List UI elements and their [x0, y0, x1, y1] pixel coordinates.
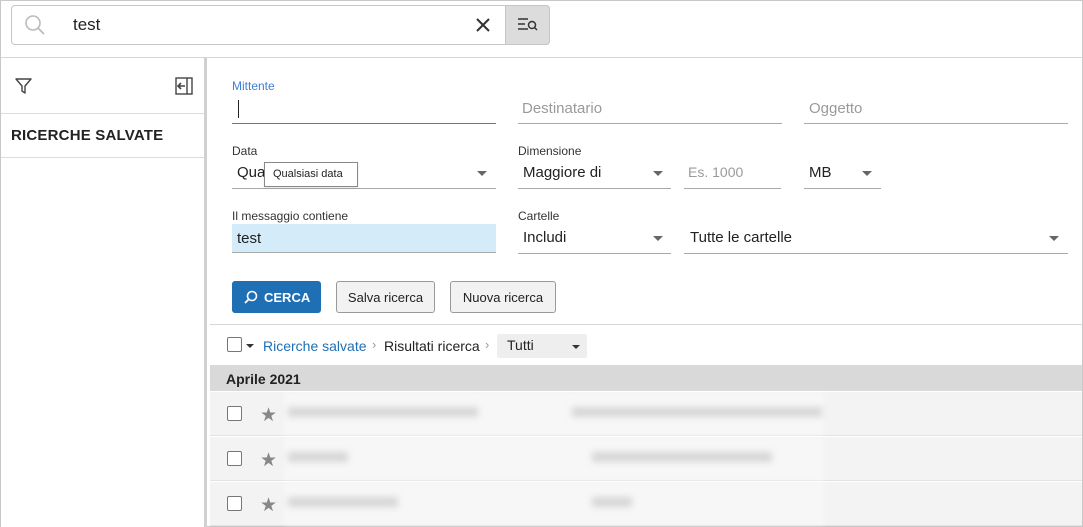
date-tooltip: Qualsiasi data — [264, 162, 358, 187]
advanced-search-button[interactable] — [505, 5, 550, 45]
results-filter-value: Tutti — [507, 337, 534, 353]
blurred-subject — [592, 497, 632, 507]
saved-searches-heading[interactable]: RICERCHE SALVATE — [1, 114, 204, 158]
dimensione-label: Dimensione — [518, 144, 582, 158]
top-search-bar: test — [1, 1, 1082, 58]
star-icon[interactable]: ★ — [260, 449, 277, 472]
dimensione-underline — [518, 188, 671, 189]
crumb-separator: › — [372, 337, 377, 352]
text-cursor — [238, 100, 239, 118]
search-box[interactable]: test — [11, 5, 550, 45]
oggetto-underline — [804, 123, 1068, 124]
chevron-down-icon — [1049, 236, 1059, 241]
blurred-subject — [572, 407, 822, 417]
list-item[interactable]: ★ — [210, 392, 1082, 436]
magnifier-icon — [244, 290, 258, 304]
messaggio-input[interactable]: test — [232, 224, 496, 253]
messaggio-value: test — [237, 230, 262, 247]
messaggio-label: Il messaggio contiene — [232, 209, 349, 223]
destinatario-input[interactable]: Destinatario — [522, 100, 602, 117]
select-all-checkbox[interactable] — [227, 337, 242, 352]
blurred-sender — [288, 452, 348, 462]
list-item[interactable]: ★ — [210, 437, 1082, 481]
search-icon — [25, 15, 45, 35]
blurred-subject — [592, 452, 772, 462]
row-checkbox[interactable] — [227, 496, 242, 511]
search-button-label: CERCA — [264, 289, 311, 305]
dimensione-select[interactable]: Maggiore di — [523, 164, 601, 181]
chevron-down-icon — [477, 171, 487, 176]
crumb-search-results: Risultati ricerca — [384, 338, 480, 354]
search-input[interactable]: test — [73, 15, 100, 35]
row-checkbox[interactable] — [227, 406, 242, 421]
folders-select[interactable]: Tutte le cartelle — [690, 229, 792, 246]
mittente-input[interactable] — [232, 96, 496, 124]
new-search-button[interactable]: Nuova ricerca — [450, 281, 556, 313]
unit-select[interactable]: MB — [809, 164, 832, 181]
search-button[interactable]: CERCA — [232, 281, 321, 313]
chevron-down-icon[interactable] — [246, 344, 254, 348]
cartelle-label: Cartelle — [518, 209, 560, 223]
folders-underline — [684, 253, 1068, 254]
size-underline — [684, 188, 781, 189]
cartelle-underline — [518, 253, 671, 254]
cartelle-select[interactable]: Includi — [523, 229, 566, 246]
advanced-search-icon — [518, 18, 538, 31]
filter-icon[interactable] — [15, 78, 32, 94]
data-underline — [232, 188, 496, 189]
group-header: Aprile 2021 — [210, 365, 1082, 391]
data-select[interactable]: Qua — [237, 164, 265, 181]
blurred-sender — [288, 407, 478, 417]
blurred-sender — [288, 497, 398, 507]
crumb-saved-searches[interactable]: Ricerche salvate — [263, 338, 367, 354]
row-checkbox[interactable] — [227, 451, 242, 466]
chevron-down-icon — [653, 171, 663, 176]
unit-underline — [804, 188, 881, 189]
star-icon[interactable]: ★ — [260, 404, 277, 427]
close-icon[interactable] — [474, 16, 492, 34]
mittente-underline — [232, 123, 496, 124]
collapse-sidebar-icon[interactable] — [175, 77, 193, 95]
results-toolbar: Ricerche salvate › Risultati ricerca › T… — [210, 324, 1082, 365]
results-filter-select[interactable]: Tutti — [497, 334, 587, 358]
size-input[interactable]: Es. 1000 — [688, 164, 743, 180]
advanced-search-form: Mittente Destinatario Oggetto Data Qua D… — [210, 58, 1082, 324]
chevron-down-icon — [572, 345, 580, 349]
data-label: Data — [232, 144, 258, 158]
sidebar: RICERCHE SALVATE — [1, 58, 207, 527]
mittente-label: Mittente — [232, 79, 275, 93]
destinatario-underline — [518, 123, 782, 124]
chevron-down-icon — [862, 171, 872, 176]
star-icon[interactable]: ★ — [260, 494, 277, 517]
chevron-down-icon — [653, 236, 663, 241]
list-item[interactable]: ★ — [210, 482, 1082, 526]
sidebar-toolbar — [1, 58, 204, 114]
save-search-button[interactable]: Salva ricerca — [336, 281, 435, 313]
oggetto-input[interactable]: Oggetto — [809, 100, 862, 117]
crumb-separator: › — [485, 337, 490, 352]
